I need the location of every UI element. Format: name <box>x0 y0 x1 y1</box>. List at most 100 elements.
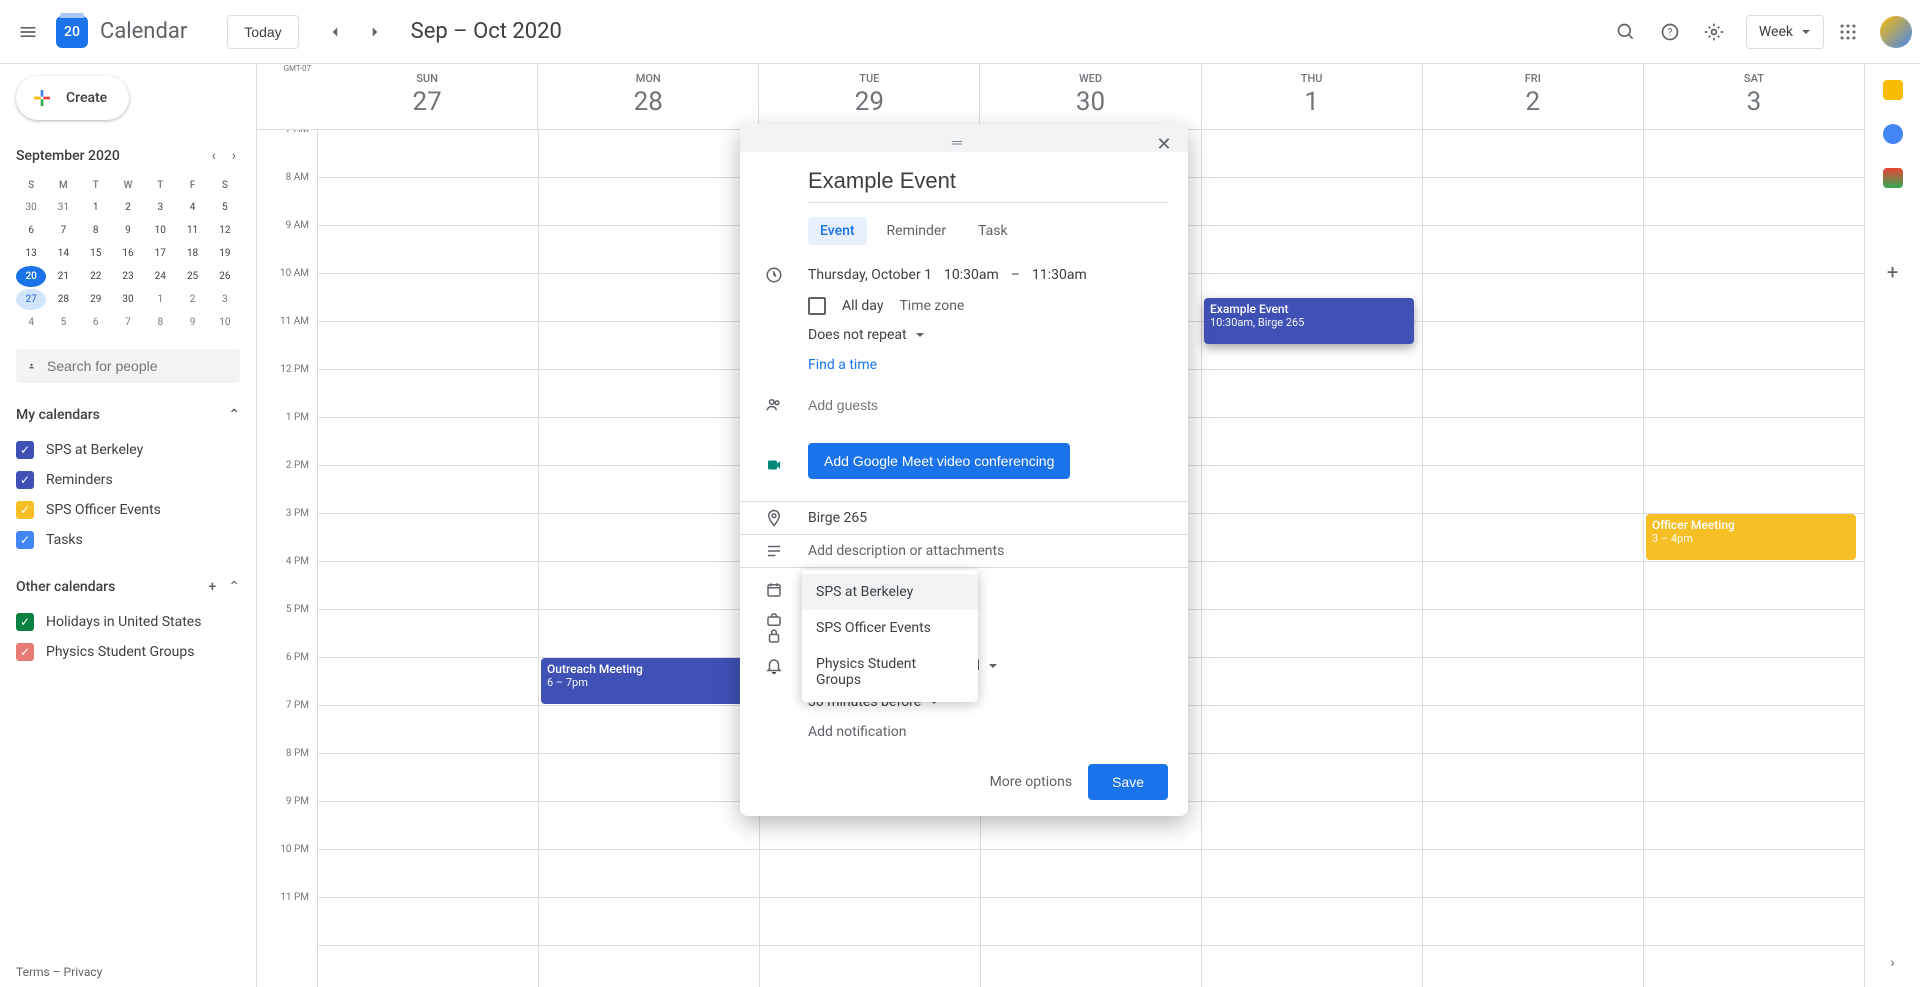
more-options-link[interactable]: More options <box>990 774 1073 790</box>
event-start-time[interactable]: 10:30am <box>944 267 999 283</box>
mini-cal-day[interactable]: 12 <box>210 220 240 241</box>
event-date[interactable]: Thursday, October 1 <box>808 267 932 283</box>
day-header[interactable]: SAT3 <box>1643 64 1864 129</box>
settings-button[interactable] <box>1694 12 1734 52</box>
day-header[interactable]: MON28 <box>537 64 758 129</box>
mini-cal-day[interactable]: 23 <box>113 266 143 287</box>
calendar-item[interactable]: ✓SPS at Berkeley <box>16 435 240 465</box>
mini-cal-day[interactable]: 11 <box>177 220 207 241</box>
mini-cal-day[interactable]: 5 <box>48 312 78 333</box>
mini-cal-day[interactable]: 14 <box>48 243 78 264</box>
description-placeholder[interactable]: Add description or attachments <box>808 543 1004 559</box>
search-button[interactable] <box>1606 12 1646 52</box>
popup-tab-reminder[interactable]: Reminder <box>875 217 959 245</box>
mini-cal-day[interactable]: 3 <box>210 289 240 310</box>
day-column[interactable]: Example Event10:30am, Birge 265 <box>1201 130 1422 987</box>
mini-cal-day[interactable]: 4 <box>177 197 207 218</box>
mini-cal-day[interactable]: 27 <box>16 289 46 310</box>
calendar-option[interactable]: SPS at Berkeley <box>802 574 978 610</box>
mini-cal-day[interactable]: 26 <box>210 266 240 287</box>
calendar-selector[interactable]: SPS at Berkeley SPS at BerkeleySPS Offic… <box>808 576 967 604</box>
mini-cal-day[interactable]: 6 <box>16 220 46 241</box>
calendar-checkbox[interactable]: ✓ <box>16 471 34 489</box>
mini-cal-day[interactable]: 25 <box>177 266 207 287</box>
all-day-checkbox[interactable] <box>808 297 826 315</box>
calendar-checkbox[interactable]: ✓ <box>16 613 34 631</box>
mini-cal-day[interactable]: 10 <box>145 220 175 241</box>
event-end-time[interactable]: 11:30am <box>1032 267 1087 283</box>
mini-cal-day[interactable]: 9 <box>113 220 143 241</box>
mini-cal-day[interactable]: 5 <box>210 197 240 218</box>
mini-cal-day[interactable]: 17 <box>145 243 175 264</box>
mini-cal-day[interactable]: 19 <box>210 243 240 264</box>
calendar-checkbox[interactable]: ✓ <box>16 501 34 519</box>
calendar-item[interactable]: ✓Tasks <box>16 525 240 555</box>
calendar-event[interactable]: Outreach Meeting6 – 7pm <box>541 658 751 704</box>
account-avatar[interactable] <box>1880 16 1912 48</box>
mini-cal-day[interactable]: 8 <box>81 220 111 241</box>
day-header[interactable]: SUN27 <box>317 64 537 129</box>
view-selector[interactable]: Week <box>1746 15 1824 49</box>
calendar-item[interactable]: ✓SPS Officer Events <box>16 495 240 525</box>
event-title-input[interactable] <box>808 152 1168 203</box>
mini-cal-day[interactable]: 8 <box>145 312 175 333</box>
today-button[interactable]: Today <box>227 15 298 49</box>
popup-tab-event[interactable]: Event <box>808 217 867 245</box>
help-button[interactable]: ? <box>1650 12 1690 52</box>
keep-icon[interactable] <box>1883 80 1903 100</box>
location-value[interactable]: Birge 265 <box>808 510 867 526</box>
mini-cal-day[interactable]: 30 <box>113 289 143 310</box>
mini-cal-day[interactable]: 24 <box>145 266 175 287</box>
mini-cal-day[interactable]: 7 <box>113 312 143 333</box>
mini-cal-day[interactable]: 9 <box>177 312 207 333</box>
apps-button[interactable] <box>1828 12 1868 52</box>
main-menu-button[interactable] <box>8 12 48 52</box>
mini-cal-day[interactable]: 6 <box>81 312 111 333</box>
day-column[interactable]: Outreach Meeting6 – 7pm <box>538 130 759 987</box>
day-header[interactable]: FRI2 <box>1422 64 1643 129</box>
day-column[interactable] <box>317 130 538 987</box>
mini-cal-day[interactable]: 10 <box>210 312 240 333</box>
footer-links[interactable]: Terms – Privacy <box>16 965 102 979</box>
create-button[interactable]: Create <box>16 76 129 120</box>
add-meet-button[interactable]: Add Google Meet video conferencing <box>808 443 1070 479</box>
mini-cal-day[interactable]: 22 <box>81 266 111 287</box>
add-addon-button[interactable]: + <box>1887 260 1898 284</box>
mini-cal-day[interactable]: 18 <box>177 243 207 264</box>
add-calendar-button[interactable]: + <box>208 579 216 595</box>
find-time-link[interactable]: Find a time <box>808 349 1168 381</box>
calendar-checkbox[interactable]: ✓ <box>16 441 34 459</box>
mini-cal-day[interactable]: 30 <box>16 197 46 218</box>
mini-cal-day[interactable]: 7 <box>48 220 78 241</box>
mini-cal-next[interactable]: › <box>228 144 240 168</box>
calendar-event[interactable]: Officer Meeting3 – 4pm <box>1646 514 1856 560</box>
save-button[interactable]: Save <box>1088 764 1168 800</box>
calendar-event[interactable]: Example Event10:30am, Birge 265 <box>1204 298 1414 344</box>
mini-cal-day[interactable]: 1 <box>81 197 111 218</box>
day-header[interactable]: TUE29 <box>758 64 979 129</box>
mini-cal-day[interactable]: 1 <box>145 289 175 310</box>
maps-icon[interactable] <box>1883 168 1903 188</box>
popup-tab-task[interactable]: Task <box>966 217 1020 245</box>
mini-cal-day[interactable]: 21 <box>48 266 78 287</box>
add-notification-link[interactable]: Add notification <box>808 716 1168 748</box>
calendar-item[interactable]: ✓Holidays in United States <box>16 607 240 637</box>
mini-cal-day[interactable]: 28 <box>48 289 78 310</box>
search-people[interactable] <box>16 349 240 383</box>
mini-cal-day[interactable]: 15 <box>81 243 111 264</box>
mini-cal-day[interactable]: 29 <box>81 289 111 310</box>
mini-cal-day[interactable]: 3 <box>145 197 175 218</box>
repeat-selector[interactable]: Does not repeat <box>808 321 1168 349</box>
guests-input[interactable] <box>808 389 1168 421</box>
calendar-checkbox[interactable]: ✓ <box>16 643 34 661</box>
calendar-checkbox[interactable]: ✓ <box>16 531 34 549</box>
timezone-link[interactable]: Time zone <box>899 298 964 314</box>
mini-cal-day[interactable]: 2 <box>177 289 207 310</box>
day-header[interactable]: WED30 <box>979 64 1200 129</box>
calendar-item[interactable]: ✓Physics Student Groups <box>16 637 240 667</box>
mini-cal-day[interactable]: 4 <box>16 312 46 333</box>
mini-cal-day[interactable]: 20 <box>16 266 46 287</box>
day-column[interactable] <box>1422 130 1643 987</box>
prev-week-button[interactable] <box>315 12 355 52</box>
calendar-option[interactable]: Physics Student Groups <box>802 646 978 698</box>
